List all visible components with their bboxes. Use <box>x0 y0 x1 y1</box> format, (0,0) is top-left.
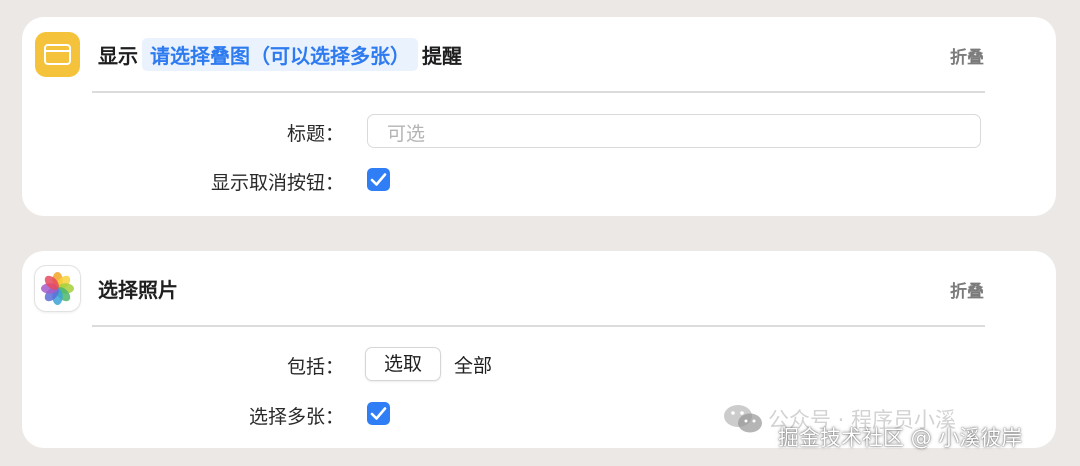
photos-app-icon <box>35 266 80 311</box>
alert-title-suffix: 提醒 <box>422 43 462 68</box>
checkmark-icon <box>370 173 387 186</box>
show-cancel-label: 显示取消按钮： <box>210 172 344 194</box>
wechat-icon <box>724 405 762 433</box>
alert-divider <box>92 91 985 93</box>
include-label: 包括： <box>286 356 344 378</box>
alert-title-prefix: 显示 <box>98 43 138 68</box>
alert-collapse-button[interactable]: 折叠 <box>950 43 984 68</box>
alert-message-token[interactable]: 请选择叠图（可以选择多张） <box>142 37 418 71</box>
watermark-line2: 掘金技术社区 @ 小溪彼岸 <box>778 426 1023 450</box>
include-value[interactable]: 全部 <box>454 351 492 378</box>
show-alert-action-card: 显示 请选择叠图（可以选择多张） 提醒 折叠 标题： 可选 显示取消按钮： <box>22 17 1056 216</box>
alert-window-icon <box>35 32 80 77</box>
watermark: 公众号 · 程序员小溪 掘金技术社区 @ 小溪彼岸 <box>720 400 1080 466</box>
multi-select-label: 选择多张： <box>248 406 344 428</box>
alert-action-header: 显示 请选择叠图（可以选择多张） 提醒 <box>98 37 462 71</box>
photos-divider <box>92 325 985 327</box>
photos-action-header: 选择照片 <box>98 271 178 305</box>
photos-title: 选择照片 <box>98 277 178 302</box>
checkmark-icon <box>370 407 387 420</box>
title-field-label: 标题： <box>286 123 344 145</box>
photos-collapse-button[interactable]: 折叠 <box>950 277 984 302</box>
multi-select-checkbox[interactable] <box>367 402 390 425</box>
title-input[interactable]: 可选 <box>367 114 981 148</box>
show-cancel-checkbox[interactable] <box>367 168 390 191</box>
select-button[interactable]: 选取 <box>365 347 441 381</box>
